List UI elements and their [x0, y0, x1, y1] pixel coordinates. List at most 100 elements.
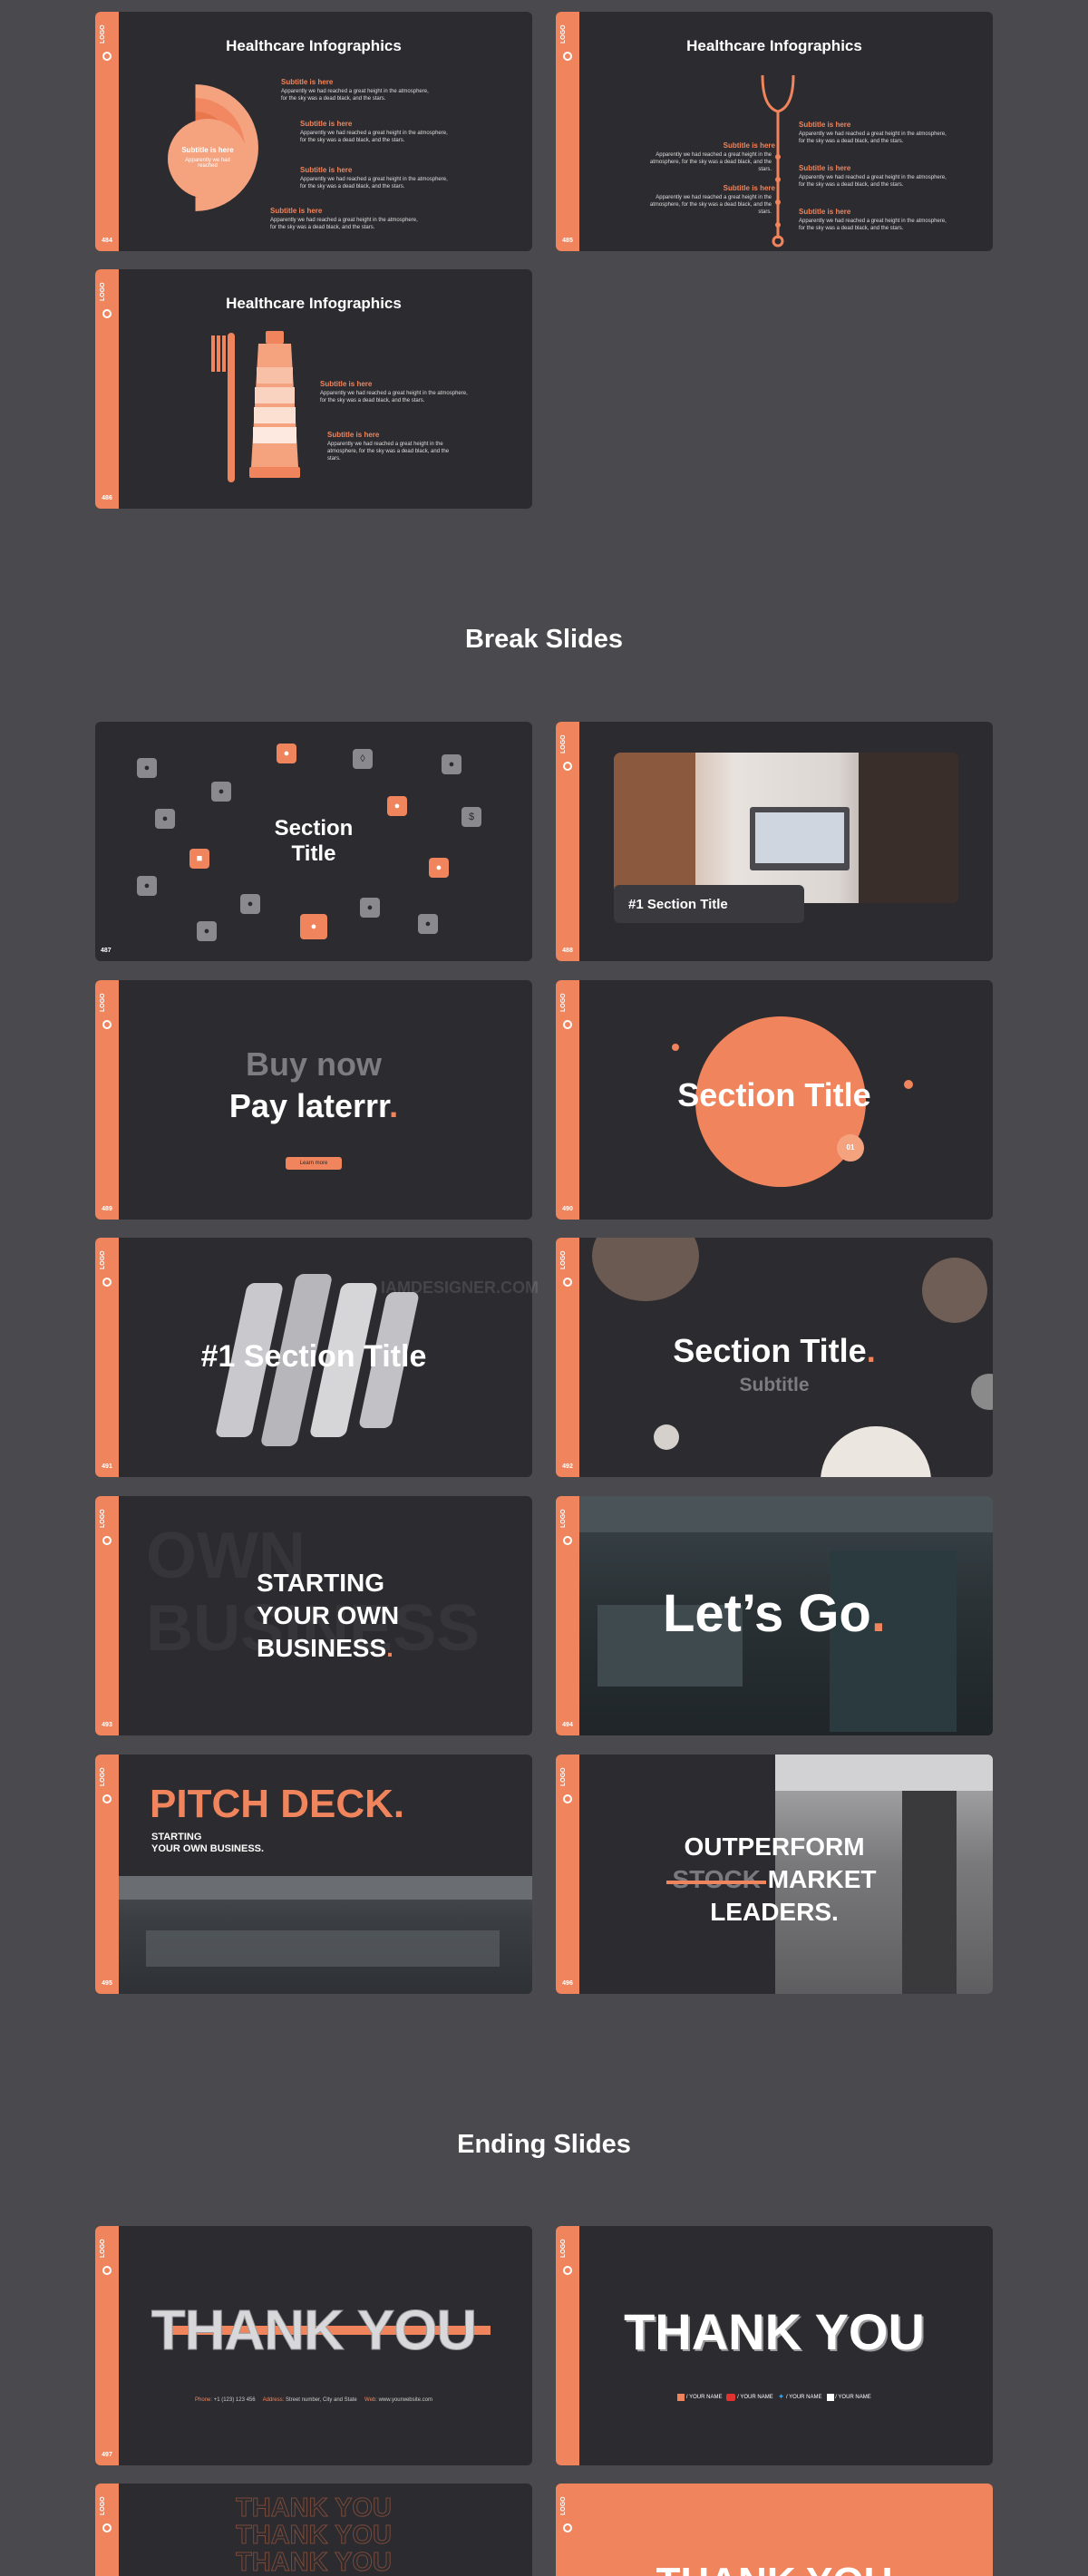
instagram-icon[interactable] [677, 2393, 685, 2401]
slide-break-5[interactable]: LOGO 491 #1 Section Title [95, 1238, 532, 1477]
phone-value: +1 (123) 123 456 [213, 2397, 256, 2403]
caption-box: #1 Section Title [614, 885, 804, 923]
circle-icon [102, 2266, 112, 2275]
slide-ending-3[interactable]: LOGO THANK YOU THANK YOU THANK YOU [95, 2484, 532, 2576]
subtitle-label: Subtitle is here [723, 141, 775, 150]
person-icon: ● [137, 758, 157, 778]
headline-line-3-text: BUSINESS [257, 1634, 387, 1662]
circle-icon [102, 1794, 112, 1803]
watermark-text: IAMDESIGNER.COM [381, 1278, 539, 1297]
logo-text: LOGO [560, 2496, 567, 2516]
youtube-icon[interactable] [726, 2393, 736, 2401]
subtitle-label: Subtitle is here [799, 121, 851, 129]
address-label: Address: [262, 2397, 285, 2403]
strikethrough-word-text: STOCK [672, 1865, 761, 1893]
slide-break-10[interactable]: LOGO 496 OUTPERFORM STOCK MARKET LEADERS… [556, 1755, 993, 1994]
pitch-deck-subtitle: STARTING YOUR OWN BUSINESS. [151, 1832, 264, 1855]
body-text: Apparently we had reached a great height… [649, 152, 772, 172]
avatar [922, 1258, 987, 1323]
logo-text: LOGO [100, 1509, 106, 1529]
pitch-deck-title: PITCH DECK. [150, 1782, 405, 1826]
logo-text: LOGO [560, 734, 567, 754]
circle-icon [102, 1278, 112, 1287]
strikethrough-word: STOCK [666, 1865, 766, 1893]
circle-icon [102, 1536, 112, 1545]
headline-line-1: STARTING [257, 1569, 385, 1597]
slide-break-7[interactable]: LOGO 493 OWN BUSINESS STARTING YOUR OWN … [95, 1496, 532, 1735]
web-value[interactable]: www.yourwebsite.com [379, 2397, 432, 2403]
address-value: Street number, City and State [285, 2397, 357, 2403]
logo-text: LOGO [560, 1250, 567, 1270]
page-number: 485 [562, 238, 573, 244]
circle-text: Apparently we had reached [185, 158, 230, 169]
logo-text: LOGO [560, 1509, 567, 1529]
section-subtitle: Subtitle [739, 1375, 810, 1395]
contact-line: Phone: +1 (123) 123 456 Address: Street … [95, 2397, 532, 2403]
page-number: 496 [562, 1980, 573, 1987]
section-title-text: Section Title [673, 1332, 867, 1369]
social-links: / YOUR NAME / YOUR NAME ✦ / YOUR NAME / … [556, 2392, 993, 2402]
headline-line-2: Pay laterrr. [228, 1087, 399, 1124]
section-number-badge: 01 [837, 1134, 864, 1162]
circle-icon [102, 1020, 112, 1029]
slide-ending-1[interactable]: LOGO 497 THANK YOU Phone: +1 (123) 123 4… [95, 2226, 532, 2465]
subtitle-label: Subtitle is here [300, 120, 353, 128]
generic-social-icon[interactable] [826, 2393, 834, 2401]
slide-healthcare-3[interactable]: LOGO 486 Healthcare Infographics Subtitl… [95, 269, 532, 509]
subtitle-label: Subtitle is here [300, 166, 353, 174]
logo-text: LOGO [560, 993, 567, 1013]
slide-break-8[interactable]: LOGO 494 Let’s Go. [556, 1496, 993, 1735]
circle-icon [563, 1794, 572, 1803]
small-dot [672, 1044, 679, 1051]
headline-line-1: OUTPERFORM [684, 1832, 865, 1861]
avatar [821, 1426, 931, 1477]
thank-you-title: THANK YOU [624, 2303, 925, 2360]
slide-break-3[interactable]: LOGO 489 Buy now Pay laterrr. Learn more [95, 980, 532, 1220]
pitch-deck-subtitle-line-2: YOUR OWN BUSINESS. [151, 1843, 265, 1854]
thank-you-title: THANK YOU [151, 2299, 477, 2363]
section-title: #1 Section Title [200, 1339, 427, 1374]
section-heading-break: Break Slides [464, 625, 624, 654]
slide-healthcare-1[interactable]: LOGO 484 Healthcare Infographics Subtitl… [95, 12, 532, 251]
body-text: Apparently we had reached a great height… [270, 218, 418, 230]
template-gallery-page: LOGO 484 Healthcare Infographics Subtitl… [0, 0, 1088, 2576]
toothbrush-toothpaste-icon [211, 331, 300, 482]
learn-more-button[interactable]: Learn more [286, 1157, 342, 1170]
person-icon: ● [137, 876, 157, 896]
thank-you-repeat: THANK YOU THANK YOU THANK YOU [95, 2494, 532, 2576]
page-number: 487 [101, 948, 112, 954]
person-icon: ● [387, 796, 407, 816]
slide-break-4[interactable]: LOGO 490 Section Title 01 [556, 980, 993, 1220]
slide-title: Healthcare Infographics [686, 37, 862, 54]
circle-icon [563, 1278, 572, 1287]
slide-break-1[interactable]: 487 ● ● ◊ ● ● ● ● $ ■ ● ● ● ● ● ● ● Sect… [95, 722, 532, 961]
headline-line-2-text: Pay laterrr [228, 1087, 390, 1124]
body-text: Apparently we had reached a great height… [320, 391, 468, 403]
body-text: Apparently we had reached a great height… [281, 89, 429, 102]
logo-text: LOGO [100, 1250, 106, 1270]
twitter-icon[interactable]: ✦ [778, 2392, 785, 2402]
slide-ending-2[interactable]: LOGO THANK YOU / YOUR NAME / YOUR NAME ✦… [556, 2226, 993, 2465]
body-text: Apparently we had reached a great height… [799, 131, 947, 144]
person-icon: ● [197, 921, 217, 941]
page-number: 484 [102, 238, 112, 244]
slide-break-6[interactable]: LOGO 492 Section Title. Subtitle [556, 1238, 993, 1477]
subtitle-label: Subtitle is here [270, 207, 323, 215]
section-title: Section Title [95, 816, 532, 867]
office-photo [119, 1876, 532, 1994]
subtitle-label: Subtitle is here [327, 431, 380, 439]
pitch-deck-subtitle-line-1: STARTING [151, 1832, 202, 1842]
circle-title: Subtitle is here [181, 146, 234, 154]
slide-side-strip: LOGO 493 [95, 1496, 119, 1735]
logo-text: LOGO [100, 993, 106, 1013]
slide-ending-4[interactable]: LOGO THANK YOU [556, 2484, 993, 2576]
slide-break-2[interactable]: LOGO 488 #1 Section Title [556, 722, 993, 961]
network-icon: ◊ [353, 749, 373, 769]
section-title-line-2: Title [291, 841, 336, 866]
headline-line-3: LEADERS. [710, 1898, 839, 1926]
slide-side-strip: LOGO 495 [95, 1755, 119, 1994]
body-text: Apparently we had reached a great height… [799, 219, 947, 231]
body-text: Apparently we had reached a great height… [649, 195, 772, 215]
slide-healthcare-2[interactable]: LOGO 485 Healthcare Infographics Subtitl… [556, 12, 993, 251]
slide-break-9[interactable]: LOGO 495 PITCH DECK. STARTING YOUR OWN B… [95, 1755, 532, 1994]
